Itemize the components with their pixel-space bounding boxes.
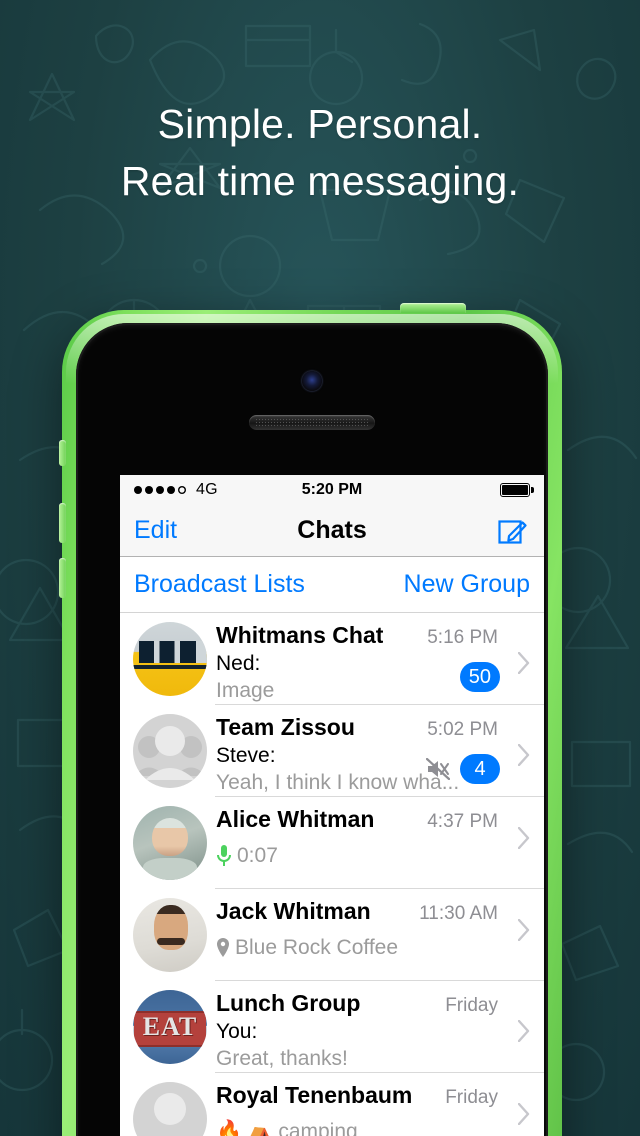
chevron-right-icon xyxy=(518,744,530,766)
fire-emoji: 🔥 xyxy=(216,1120,243,1136)
chat-name: Lunch Group xyxy=(216,990,361,1016)
chat-timestamp: Friday xyxy=(445,995,498,1016)
chat-list-item[interactable]: Jack Whitman 11:30 AM Blue Rock Coffee xyxy=(120,889,544,981)
chat-timestamp: 5:02 PM xyxy=(427,719,498,740)
chat-preview-text: camping xyxy=(278,1120,358,1136)
chat-name: Alice Whitman xyxy=(216,806,375,832)
chevron-right-icon xyxy=(518,1020,530,1042)
microphone-icon xyxy=(217,844,231,866)
chevron-right-icon xyxy=(518,652,530,674)
avatar xyxy=(133,1082,207,1136)
chevron-right-icon xyxy=(518,826,530,849)
chevron-right-icon xyxy=(518,1102,530,1125)
device-front-face: 4G 5:20 PM Edit Chats Broadcast Lists Ne… xyxy=(76,323,548,1136)
list-header-toolbar: Broadcast Lists New Group xyxy=(120,557,544,613)
avatar xyxy=(133,714,207,788)
chat-timestamp: 5:16 PM xyxy=(427,627,498,648)
chat-name: Jack Whitman xyxy=(216,898,371,924)
location-pin-icon xyxy=(217,938,229,957)
chat-preview: 🔥 ⛺ camping xyxy=(216,1118,534,1136)
chat-timestamp: 4:37 PM xyxy=(427,811,498,832)
chat-preview-text: 0:07 xyxy=(237,844,278,867)
person-placeholder-icon xyxy=(154,1093,186,1125)
page-title: Chats xyxy=(297,516,367,544)
status-bar-time: 5:20 PM xyxy=(301,481,363,498)
navigation-bar: Edit Chats xyxy=(120,505,544,557)
chat-preview-text: Blue Rock Coffee xyxy=(235,936,399,959)
headline-line-1: Simple. Personal. xyxy=(157,101,483,147)
status-bar: 4G 5:20 PM xyxy=(120,475,544,505)
volume-down-button[interactable] xyxy=(59,558,66,598)
chat-preview-text: Image xyxy=(216,679,275,702)
chevron-right-icon xyxy=(518,918,530,941)
chat-preview: Great, thanks! xyxy=(216,1045,534,1072)
chat-list-item[interactable]: Royal Tenenbaum Friday 🔥 ⛺ camping xyxy=(120,1073,544,1136)
phone-screen: 4G 5:20 PM Edit Chats Broadcast Lists Ne… xyxy=(120,475,544,1136)
promo-headline: Simple. Personal. Real time messaging. xyxy=(0,96,640,210)
broadcast-lists-button[interactable]: Broadcast Lists xyxy=(134,570,305,599)
avatar-sign-text: EAT xyxy=(142,1011,198,1041)
chat-name: Royal Tenenbaum xyxy=(216,1082,413,1108)
chat-name: Team Zissou xyxy=(216,714,355,740)
chat-name: Whitmans Chat xyxy=(216,622,384,648)
mute-icon xyxy=(426,758,450,780)
unread-badge: 4 xyxy=(460,754,500,784)
avatar xyxy=(133,806,207,880)
front-camera-icon xyxy=(302,371,322,391)
chat-list-item[interactable]: Whitmans Chat 5:16 PM Ned: Image 50 xyxy=(120,613,544,705)
iphone-device-mockup: 4G 5:20 PM Edit Chats Broadcast Lists Ne… xyxy=(59,303,562,1136)
edit-button[interactable]: Edit xyxy=(134,516,177,545)
earpiece-speaker xyxy=(249,415,375,430)
chat-list[interactable]: Whitmans Chat 5:16 PM Ned: Image 50 Team… xyxy=(120,613,544,1136)
chat-preview: 0:07 xyxy=(216,842,534,869)
unread-badge: 50 xyxy=(459,662,500,692)
battery-icon xyxy=(500,483,534,497)
chat-timestamp: 11:30 AM xyxy=(419,903,498,924)
power-button[interactable] xyxy=(400,303,466,313)
chat-list-item[interactable]: Alice Whitman 4:37 PM 0:07 xyxy=(120,797,544,889)
chat-preview-text: Yeah, I think I know wha... xyxy=(216,771,460,794)
ring-silent-switch[interactable] xyxy=(59,440,66,466)
chat-sender: You: xyxy=(216,1020,258,1043)
chat-preview: Blue Rock Coffee xyxy=(216,934,534,961)
avatar: EAT xyxy=(133,990,207,1064)
tent-emoji: ⛺ xyxy=(247,1120,274,1136)
headline-line-2: Real time messaging. xyxy=(120,158,520,204)
new-group-button[interactable]: New Group xyxy=(404,570,530,599)
group-placeholder-icon xyxy=(134,726,206,780)
compose-icon[interactable] xyxy=(498,516,528,546)
chat-preview-text: Great, thanks! xyxy=(216,1047,348,1070)
avatar xyxy=(133,898,207,972)
avatar xyxy=(133,622,207,696)
volume-up-button[interactable] xyxy=(59,503,66,543)
chat-list-item[interactable]: Team Zissou 5:02 PM Steve: Yeah, I think… xyxy=(120,705,544,797)
chat-list-item[interactable]: EAT Lunch Group Friday You: Great, thank… xyxy=(120,981,544,1073)
